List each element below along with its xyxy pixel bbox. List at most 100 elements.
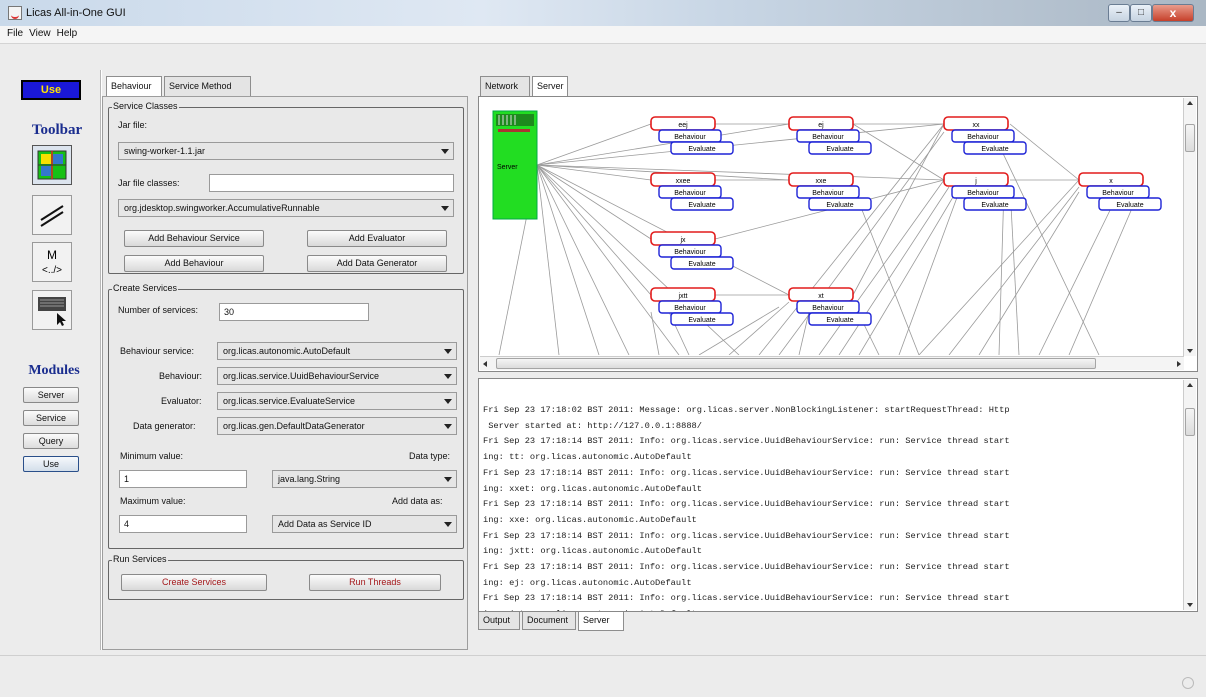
max-value-field[interactable]: 4: [119, 515, 247, 533]
tab-server[interactable]: Server: [532, 76, 568, 97]
behaviour-label: Behaviour: [674, 249, 706, 256]
log-line: Fri Sep 23 17:18:14 BST 2011: Info: org.…: [483, 593, 1010, 604]
run-threads-button[interactable]: Run Threads: [309, 574, 441, 591]
service-node[interactable]: xx Behaviour Evaluate: [943, 116, 1027, 155]
graph-horizontal-scrollbar[interactable]: [480, 356, 1184, 370]
scroll-thumb[interactable]: [1185, 408, 1195, 436]
server-node-label: Server: [497, 164, 518, 171]
service-node[interactable]: xxee Behaviour Evaluate: [650, 172, 734, 211]
service-node[interactable]: x Behaviour Evaluate: [1078, 172, 1162, 211]
module-service-button[interactable]: Service: [23, 410, 79, 426]
tab-network[interactable]: Network: [480, 76, 530, 96]
data-generator-select[interactable]: org.licas.gen.DefaultDataGenerator: [217, 417, 457, 435]
service-node[interactable]: eej Behaviour Evaluate: [650, 116, 734, 155]
service-node[interactable]: xxe Behaviour Evaluate: [788, 172, 872, 211]
menu-file[interactable]: File: [4, 26, 26, 41]
jar-classes-field[interactable]: [209, 174, 454, 192]
log-text: Fri Sep 23 17:18:02 BST 2011: Message: o…: [483, 403, 1179, 611]
log-line: ing: xxet: org.licas.autonomic.AutoDefau…: [483, 483, 702, 494]
data-type-select[interactable]: java.lang.String: [272, 470, 457, 488]
use-mode-button[interactable]: Use: [21, 80, 81, 100]
output-log-pane[interactable]: Fri Sep 23 17:18:02 BST 2011: Message: o…: [478, 378, 1198, 612]
log-line: Fri Sep 23 17:18:02 BST 2011: Message: o…: [483, 405, 1010, 415]
evaluate-label: Evaluate: [1116, 202, 1143, 209]
service-node[interactable]: ej Behaviour Evaluate: [788, 116, 872, 155]
service-node-name: xxee: [676, 178, 691, 185]
service-node-name: jx: [679, 237, 686, 244]
service-node-name: eej: [678, 122, 688, 129]
module-query-button[interactable]: Query: [23, 433, 79, 449]
minimize-button[interactable]: –: [1108, 4, 1130, 22]
add-data-generator-button[interactable]: Add Data Generator: [307, 255, 447, 272]
pointer-panel-icon[interactable]: [32, 290, 72, 330]
log-line: Server started at: http://127.0.0.1:8888…: [483, 420, 702, 431]
evaluator-select[interactable]: org.licas.service.EvaluateService: [217, 392, 457, 410]
behaviour-value: org.licas.service.UuidBehaviourService: [223, 371, 380, 381]
behaviour-label: Behaviour: [967, 190, 999, 197]
scroll-thumb[interactable]: [1185, 124, 1195, 152]
data-type-value: java.lang.String: [278, 474, 341, 484]
behaviour-label: Behaviour: [674, 190, 706, 197]
log-line: ing: jxtt: org.licas.autonomic.AutoDefau…: [483, 546, 702, 557]
add-behaviour-service-button[interactable]: Add Behaviour Service: [124, 230, 264, 247]
add-data-as-value: Add Data as Service ID: [278, 519, 372, 529]
create-services-button[interactable]: Create Services: [121, 574, 267, 591]
line-tool-icon[interactable]: [32, 195, 72, 235]
num-services-field[interactable]: 30: [219, 303, 369, 321]
tab-server-output[interactable]: Server: [578, 612, 624, 631]
log-vertical-scrollbar[interactable]: [1183, 380, 1196, 610]
menu-help[interactable]: Help: [54, 26, 81, 41]
service-node[interactable]: jxtt Behaviour Evaluate: [650, 287, 734, 326]
min-value-field[interactable]: 1: [119, 470, 247, 488]
evaluate-label: Evaluate: [688, 317, 715, 324]
chevron-down-icon: [444, 477, 452, 482]
add-behaviour-button[interactable]: Add Behaviour: [124, 255, 264, 272]
behaviour-service-label: Behaviour service:: [120, 346, 195, 356]
maximize-button[interactable]: □: [1130, 4, 1152, 22]
jar-class-select[interactable]: org.jdesktop.swingworker.AccumulativeRun…: [118, 199, 454, 217]
service-node[interactable]: xt Behaviour Evaluate: [788, 287, 872, 326]
menu-view[interactable]: View: [26, 26, 54, 41]
service-node-name: xx: [973, 122, 981, 129]
tab-behaviour[interactable]: Behaviour: [106, 76, 162, 97]
scroll-thumb[interactable]: [496, 358, 1096, 369]
service-node-name: j: [974, 178, 977, 185]
markup-tag-icon[interactable]: M <../>: [32, 242, 72, 282]
tab-output[interactable]: Output: [478, 612, 520, 630]
left-toolbar-column: Use Toolbar M <../> Modules Server Servi…: [14, 70, 100, 650]
service-node-name: xt: [818, 293, 824, 300]
module-use-button[interactable]: Use: [23, 456, 79, 472]
network-graph[interactable]: Server eej Behaviour Evaluate ej Behaviour Ev…: [479, 97, 1183, 355]
service-classes-title: Service Classes: [112, 101, 179, 111]
server-node[interactable]: Server: [492, 110, 538, 220]
grid-layout-icon[interactable]: [32, 145, 72, 185]
scroll-down-icon[interactable]: [1187, 603, 1193, 607]
graph-vertical-scrollbar[interactable]: [1183, 98, 1196, 356]
log-line: Fri Sep 23 17:18:14 BST 2011: Info: org.…: [483, 562, 1010, 573]
add-data-as-select[interactable]: Add Data as Service ID: [272, 515, 457, 533]
jar-file-select[interactable]: swing-worker-1.1.jar: [118, 142, 454, 160]
scroll-left-icon[interactable]: [483, 361, 487, 367]
add-evaluator-button[interactable]: Add Evaluator: [307, 230, 447, 247]
toolbar-heading: Toolbar: [31, 122, 83, 138]
close-button[interactable]: x: [1152, 4, 1194, 22]
log-line: ing: ej: org.licas.autonomic.AutoDefault: [483, 577, 692, 588]
scroll-down-icon[interactable]: [1187, 349, 1193, 353]
network-graph-pane[interactable]: Server eej Behaviour Evaluate ej Behaviour Ev…: [478, 96, 1198, 372]
log-line: ing: tt: org.licas.autonomic.AutoDefault: [483, 452, 692, 463]
chevron-down-icon: [444, 399, 452, 404]
modules-heading: Modules: [28, 363, 80, 378]
service-node-name: jxtt: [678, 293, 688, 300]
tab-document[interactable]: Document: [522, 612, 576, 630]
service-node[interactable]: j Behaviour Evaluate: [943, 172, 1027, 211]
scroll-right-icon[interactable]: [1177, 361, 1181, 367]
scroll-up-icon[interactable]: [1187, 383, 1193, 387]
behaviour-service-select[interactable]: org.licas.autonomic.AutoDefault: [217, 342, 457, 360]
resize-grip-icon[interactable]: [1182, 677, 1194, 689]
log-line: ing: xxe: org.licas.autonomic.AutoDefaul…: [483, 514, 697, 525]
behaviour-select[interactable]: org.licas.service.UuidBehaviourService: [217, 367, 457, 385]
module-server-button[interactable]: Server: [23, 387, 79, 403]
create-services-title: Create Services: [112, 283, 179, 293]
scroll-up-icon[interactable]: [1187, 101, 1193, 105]
tab-service-method[interactable]: Service Method: [164, 76, 251, 96]
